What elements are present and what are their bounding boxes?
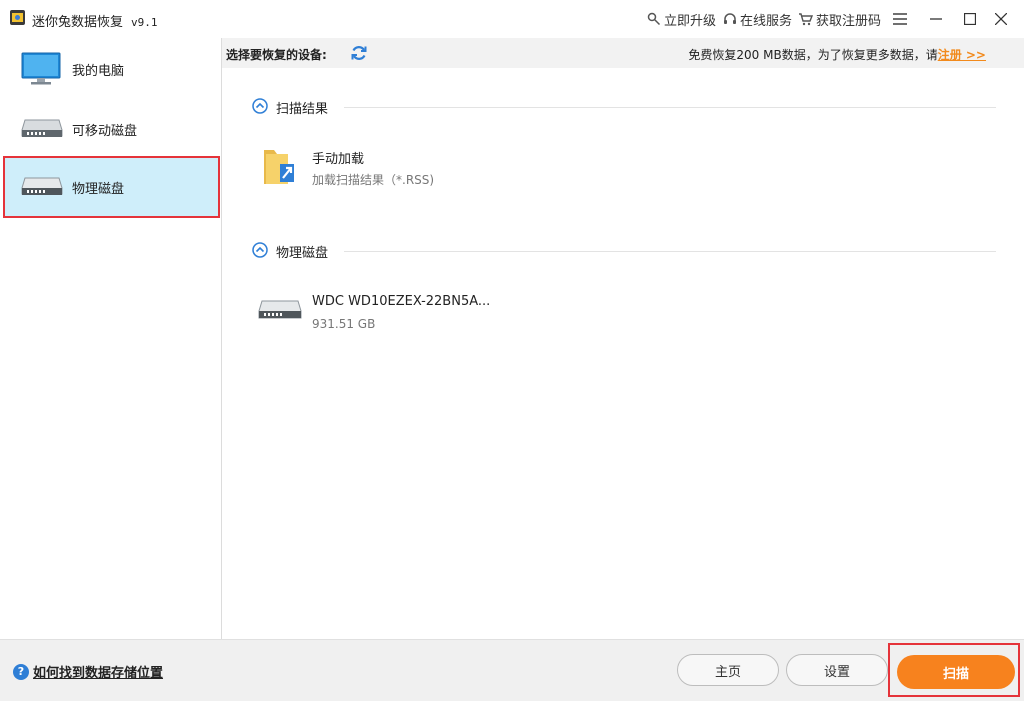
- scan-button[interactable]: 扫描: [897, 655, 1015, 689]
- main-panel: 选择要恢复的设备: 免费恢复200 MB数据，为了恢复更多数据，请注册 >> 扫…: [222, 38, 1024, 639]
- section-scan-results: 扫描结果: [252, 96, 996, 117]
- entry-name: 手动加载: [312, 152, 365, 167]
- device-select-title: 选择要恢复的设备:: [226, 48, 327, 62]
- removable-disk-icon: [21, 119, 63, 137]
- disk-size: 931.51 GB: [312, 317, 376, 331]
- sidebar-item-physical-disk[interactable]: 物理磁盘: [3, 156, 220, 218]
- minimize-icon: [930, 18, 942, 20]
- disk-entry[interactable]: WDC WD10EZEX-22BN5A... 931.51 GB: [258, 290, 518, 338]
- chevron-up-icon[interactable]: [252, 242, 268, 258]
- menu-button[interactable]: [883, 5, 917, 33]
- get-code-link[interactable]: 获取注册码: [798, 10, 882, 29]
- section-physical-disks: 物理磁盘: [252, 240, 996, 261]
- home-button[interactable]: 主页: [677, 654, 779, 686]
- online-service-label: 在线服务: [740, 13, 793, 29]
- manual-load-entry[interactable]: 手动加载 加载扫描结果（*.RSS): [258, 144, 518, 192]
- get-code-label: 获取注册码: [816, 13, 882, 29]
- app-logo-icon: [10, 10, 25, 25]
- physical-disk-icon: [21, 177, 63, 195]
- disk-name: WDC WD10EZEX-22BN5A...: [312, 294, 491, 309]
- hard-disk-icon: [258, 300, 302, 319]
- cart-icon: [799, 13, 813, 26]
- upgrade-link[interactable]: 立即升级: [647, 10, 717, 29]
- chevron-up-icon[interactable]: [252, 98, 268, 114]
- section-divider: [344, 251, 996, 252]
- app-name: 迷你兔数据恢复: [32, 15, 124, 30]
- sidebar-item-removable-disk[interactable]: 可移动磁盘: [5, 100, 218, 158]
- headset-icon: [724, 13, 736, 24]
- section-title: 扫描结果: [276, 102, 329, 117]
- close-button[interactable]: [984, 5, 1018, 33]
- minimize-button[interactable]: [919, 5, 953, 33]
- section-title: 物理磁盘: [276, 246, 329, 261]
- entry-sub: 加载扫描结果（*.RSS): [312, 173, 435, 187]
- computer-monitor-icon: [21, 52, 61, 85]
- footer-bar: ? 如何找到数据存储位置 主页 设置 扫描: [0, 639, 1024, 701]
- notice-text: 免费恢复200 MB数据，为了恢复更多数据，请: [688, 48, 938, 62]
- question-icon: ?: [13, 663, 29, 680]
- app-version: v9.1: [131, 16, 158, 29]
- section-divider: [344, 107, 996, 108]
- key-icon: [647, 12, 661, 26]
- sidebar-item-label: 物理磁盘: [72, 181, 125, 197]
- sidebar-item-label: 可移动磁盘: [72, 123, 138, 139]
- sidebar-item-label: 我的电脑: [72, 63, 125, 79]
- title-bar: 迷你兔数据恢复 v9.1 立即升级 在线服务 获取注册码: [0, 0, 1024, 39]
- sidebar-item-my-computer[interactable]: 我的电脑: [5, 40, 218, 98]
- close-icon: [995, 13, 1007, 25]
- help-text: 如何找到数据存储位置: [33, 666, 164, 681]
- help-link[interactable]: ? 如何找到数据存储位置: [13, 662, 163, 681]
- maximize-button[interactable]: [953, 5, 987, 33]
- app-title: 迷你兔数据恢复 v9.1: [32, 11, 158, 30]
- refresh-icon[interactable]: [350, 44, 368, 62]
- hamburger-icon: [893, 13, 907, 25]
- register-link[interactable]: 注册 >>: [938, 48, 986, 62]
- scan-highlight: 扫描: [888, 643, 1020, 697]
- maximize-icon: [964, 13, 976, 25]
- upgrade-label: 立即升级: [664, 13, 717, 29]
- free-limit-notice: 免费恢复200 MB数据，为了恢复更多数据，请注册 >>: [688, 46, 986, 63]
- folder-load-icon: [264, 150, 294, 184]
- device-header: 选择要恢复的设备: 免费恢复200 MB数据，为了恢复更多数据，请注册 >>: [222, 38, 1024, 68]
- settings-button[interactable]: 设置: [786, 654, 888, 686]
- online-service-link[interactable]: 在线服务: [723, 10, 793, 29]
- sidebar: 我的电脑 可移动磁盘 物理磁盘: [0, 38, 222, 639]
